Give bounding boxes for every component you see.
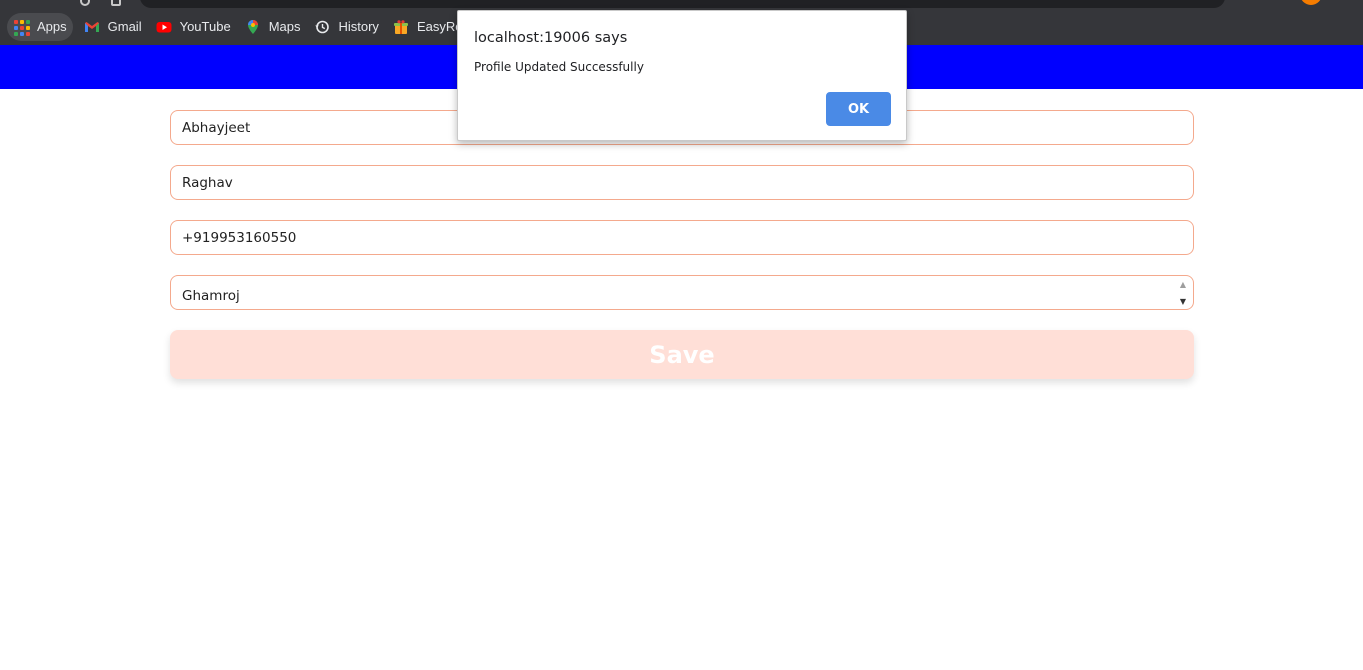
last-name-field[interactable]: [170, 165, 1194, 200]
profile-form: Ghamroj ▲ ▼ Save: [170, 110, 1194, 379]
reload-icon[interactable]: [80, 0, 90, 6]
bookmark-history[interactable]: History: [307, 13, 385, 41]
bookmark-label: YouTube: [179, 19, 231, 34]
home-icon[interactable]: [111, 0, 121, 6]
ok-button[interactable]: OK: [826, 92, 891, 126]
alert-dialog: localhost:19006 says Profile Updated Suc…: [457, 10, 907, 141]
city-scroll-stepper[interactable]: ▲ ▼: [1176, 278, 1190, 308]
easyrewards-icon: [393, 19, 408, 34]
youtube-icon: [156, 21, 172, 32]
dialog-message: Profile Updated Successfully: [474, 60, 644, 74]
bookmark-label: Apps: [37, 19, 67, 34]
phone-field[interactable]: [170, 220, 1194, 255]
bookmark-gmail[interactable]: Gmail: [77, 13, 149, 41]
dialog-title: localhost:19006 says: [474, 30, 628, 46]
scroll-up-icon[interactable]: ▲: [1180, 278, 1186, 291]
gmail-icon: [84, 21, 99, 32]
save-button[interactable]: Save: [170, 330, 1194, 379]
bookmark-youtube[interactable]: YouTube: [149, 13, 238, 41]
bookmark-label: Gmail: [107, 19, 142, 34]
scroll-down-icon[interactable]: ▼: [1180, 295, 1186, 308]
bookmark-maps[interactable]: Maps: [238, 13, 308, 41]
phone-input[interactable]: [182, 229, 1193, 246]
bookmark-apps[interactable]: Apps: [7, 12, 73, 41]
profile-avatar[interactable]: [1300, 0, 1322, 5]
bookmark-label: Maps: [268, 19, 301, 34]
address-bar[interactable]: [140, 0, 1225, 8]
browser-toolbar: [0, 0, 1363, 8]
city-field[interactable]: Ghamroj ▲ ▼: [170, 275, 1194, 310]
bookmark-label: History: [338, 19, 379, 34]
last-name-input[interactable]: [182, 174, 1193, 191]
maps-icon: [247, 19, 258, 34]
city-value: Ghamroj: [182, 288, 240, 304]
history-icon: [315, 20, 330, 33]
apps-grid-icon: [13, 19, 30, 36]
